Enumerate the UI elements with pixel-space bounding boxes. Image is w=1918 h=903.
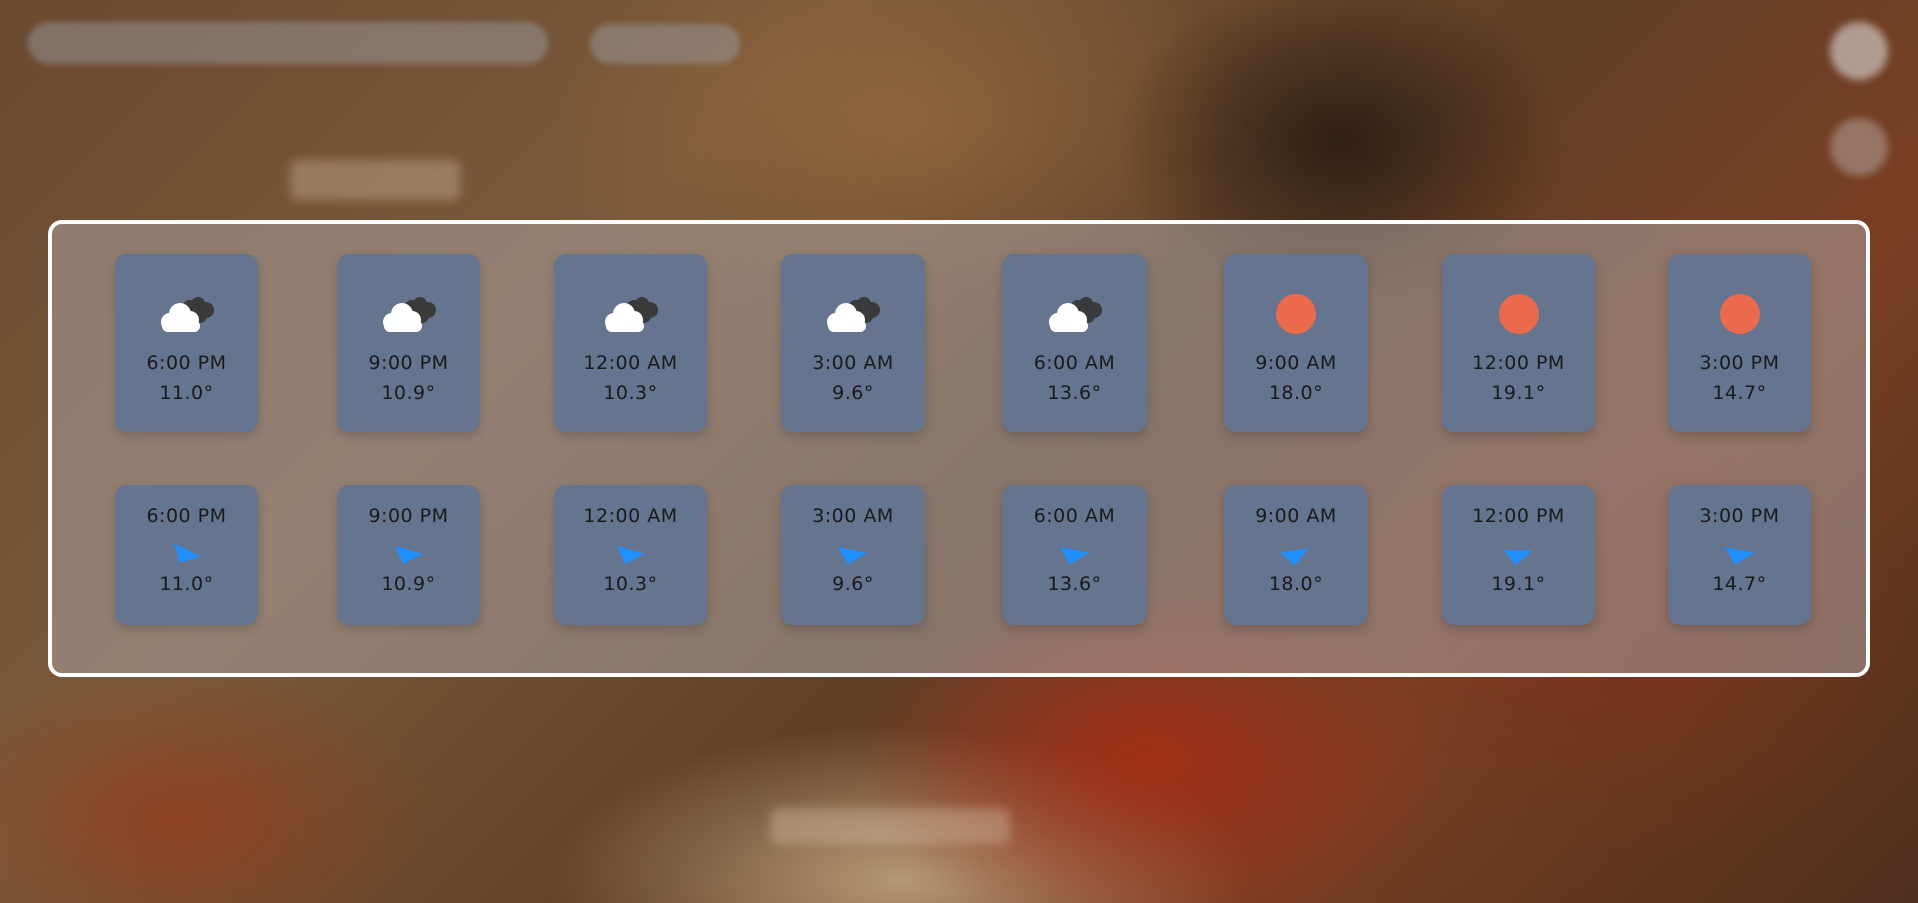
wind-temp: 14.7° bbox=[1712, 573, 1767, 595]
forecast-temp: 10.9° bbox=[381, 382, 436, 404]
wind-temp: 11.0° bbox=[159, 573, 214, 595]
blurred-avatar bbox=[1830, 22, 1888, 80]
forecast-temp: 10.3° bbox=[603, 382, 658, 404]
forecast-temp: 9.6° bbox=[832, 382, 874, 404]
forecast-temp: 19.1° bbox=[1491, 382, 1546, 404]
partly-cloudy-icon bbox=[115, 292, 258, 336]
wind-card[interactable]: 9:00 PM 10.9° bbox=[337, 485, 480, 625]
forecast-card[interactable]: 9:00 AM 18.0° bbox=[1224, 254, 1368, 432]
partly-cloudy-icon bbox=[337, 292, 480, 336]
wind-temp: 10.9° bbox=[381, 573, 436, 595]
blurred-footer-text bbox=[770, 808, 1010, 844]
forecast-card[interactable]: 6:00 AM 13.6° bbox=[1002, 254, 1147, 432]
wind-direction-icon bbox=[1224, 542, 1368, 572]
wind-time: 9:00 PM bbox=[368, 505, 449, 527]
forecast-card[interactable]: 12:00 PM 19.1° bbox=[1442, 254, 1595, 432]
forecast-time: 9:00 PM bbox=[368, 352, 449, 374]
wind-temp: 10.3° bbox=[603, 573, 658, 595]
blurred-settings-button bbox=[1830, 118, 1888, 176]
forecast-time: 9:00 AM bbox=[1255, 352, 1337, 374]
forecast-temp: 14.7° bbox=[1712, 382, 1767, 404]
wind-time: 12:00 AM bbox=[583, 505, 678, 527]
forecast-time: 12:00 PM bbox=[1472, 352, 1565, 374]
wind-direction-icon bbox=[554, 542, 707, 572]
blurred-search-button bbox=[590, 24, 740, 64]
partly-cloudy-icon bbox=[1002, 292, 1147, 336]
sun-icon bbox=[1224, 292, 1368, 336]
wind-direction-icon bbox=[1442, 542, 1595, 572]
forecast-temp: 18.0° bbox=[1268, 382, 1324, 404]
wind-card[interactable]: 9:00 AM 18.0° bbox=[1224, 485, 1368, 625]
sun-icon bbox=[1442, 292, 1595, 336]
forecast-time: 12:00 AM bbox=[583, 352, 678, 374]
forecast-temp: 11.0° bbox=[159, 382, 214, 404]
wind-card[interactable]: 6:00 AM 13.6° bbox=[1002, 485, 1147, 625]
partly-cloudy-icon bbox=[554, 292, 707, 336]
wind-card[interactable]: 12:00 AM 10.3° bbox=[554, 485, 707, 625]
wind-card[interactable]: 12:00 PM 19.1° bbox=[1442, 485, 1595, 625]
wind-temp: 19.1° bbox=[1491, 573, 1546, 595]
wind-direction-icon bbox=[1002, 542, 1147, 572]
forecast-card[interactable]: 3:00 PM 14.7° bbox=[1668, 254, 1811, 432]
wind-time: 12:00 PM bbox=[1472, 505, 1565, 527]
wind-time: 3:00 AM bbox=[812, 505, 894, 527]
wind-direction-icon bbox=[115, 542, 258, 572]
forecast-card[interactable]: 3:00 AM 9.6° bbox=[781, 254, 925, 432]
wind-direction-icon bbox=[1668, 542, 1811, 572]
blurred-location-text bbox=[290, 160, 460, 200]
forecast-panel: 6:00 PM 11.0° 9:00 PM 10.9° 12:00 AM 10.… bbox=[48, 220, 1870, 677]
forecast-time: 6:00 AM bbox=[1033, 352, 1116, 374]
wind-temp: 18.0° bbox=[1268, 573, 1324, 595]
blurred-search-bar bbox=[28, 22, 548, 64]
wind-card[interactable]: 6:00 PM 11.0° bbox=[115, 485, 258, 625]
forecast-time: 6:00 PM bbox=[146, 352, 227, 374]
wind-time: 6:00 PM bbox=[146, 505, 227, 527]
wind-card[interactable]: 3:00 AM 9.6° bbox=[781, 485, 925, 625]
sun-icon bbox=[1668, 292, 1811, 336]
forecast-time: 3:00 AM bbox=[812, 352, 894, 374]
forecast-time: 3:00 PM bbox=[1699, 352, 1780, 374]
wind-temp: 13.6° bbox=[1047, 573, 1102, 595]
wind-card[interactable]: 3:00 PM 14.7° bbox=[1668, 485, 1811, 625]
wind-direction-icon bbox=[337, 542, 480, 572]
partly-cloudy-icon bbox=[781, 292, 925, 336]
wind-temp: 9.6° bbox=[832, 573, 874, 595]
forecast-card[interactable]: 12:00 AM 10.3° bbox=[554, 254, 707, 432]
forecast-card[interactable]: 6:00 PM 11.0° bbox=[115, 254, 258, 432]
wind-time: 3:00 PM bbox=[1699, 505, 1780, 527]
forecast-card[interactable]: 9:00 PM 10.9° bbox=[337, 254, 480, 432]
wind-direction-icon bbox=[781, 542, 925, 572]
wind-time: 6:00 AM bbox=[1033, 505, 1116, 527]
wind-time: 9:00 AM bbox=[1255, 505, 1337, 527]
forecast-temp: 13.6° bbox=[1047, 382, 1102, 404]
